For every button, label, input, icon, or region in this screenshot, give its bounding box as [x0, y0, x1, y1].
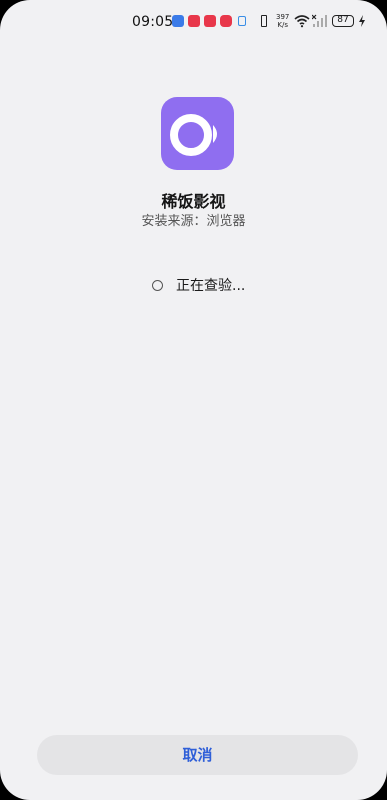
- charging-icon: [359, 15, 365, 27]
- notification-app-icon: [236, 15, 248, 27]
- wifi-icon: [294, 15, 310, 28]
- notification-app-icon: [188, 15, 200, 27]
- status-time: 09:05: [132, 14, 174, 30]
- network-speed: 397 K/s: [276, 13, 289, 29]
- install-screen: 09:05 397 K/s 87 稀饭影视 安装来源：浏览器 正在查验... 取…: [0, 0, 387, 800]
- cancel-button[interactable]: 取消: [37, 735, 358, 775]
- battery-icon: 87: [332, 15, 354, 27]
- vibrate-icon: [258, 14, 270, 28]
- notification-app-icon: [204, 15, 216, 27]
- app-name: 稀饭影视: [161, 192, 226, 211]
- status-bar: 09:05 397 K/s 87: [0, 0, 387, 44]
- checking-text: 正在查验...: [176, 278, 246, 294]
- camera-logo-icon: [170, 114, 217, 156]
- loading-spinner-icon: [152, 279, 163, 291]
- signal-icon: [312, 14, 327, 27]
- app-icon: [161, 97, 234, 170]
- install-source: 安装来源：浏览器: [141, 214, 246, 229]
- network-speed-value: 397: [276, 13, 290, 21]
- notification-app-icon: [220, 15, 232, 27]
- checking-status: 正在查验...: [152, 277, 246, 294]
- network-speed-unit: K/s: [277, 21, 288, 29]
- notification-app-icon: [172, 15, 184, 27]
